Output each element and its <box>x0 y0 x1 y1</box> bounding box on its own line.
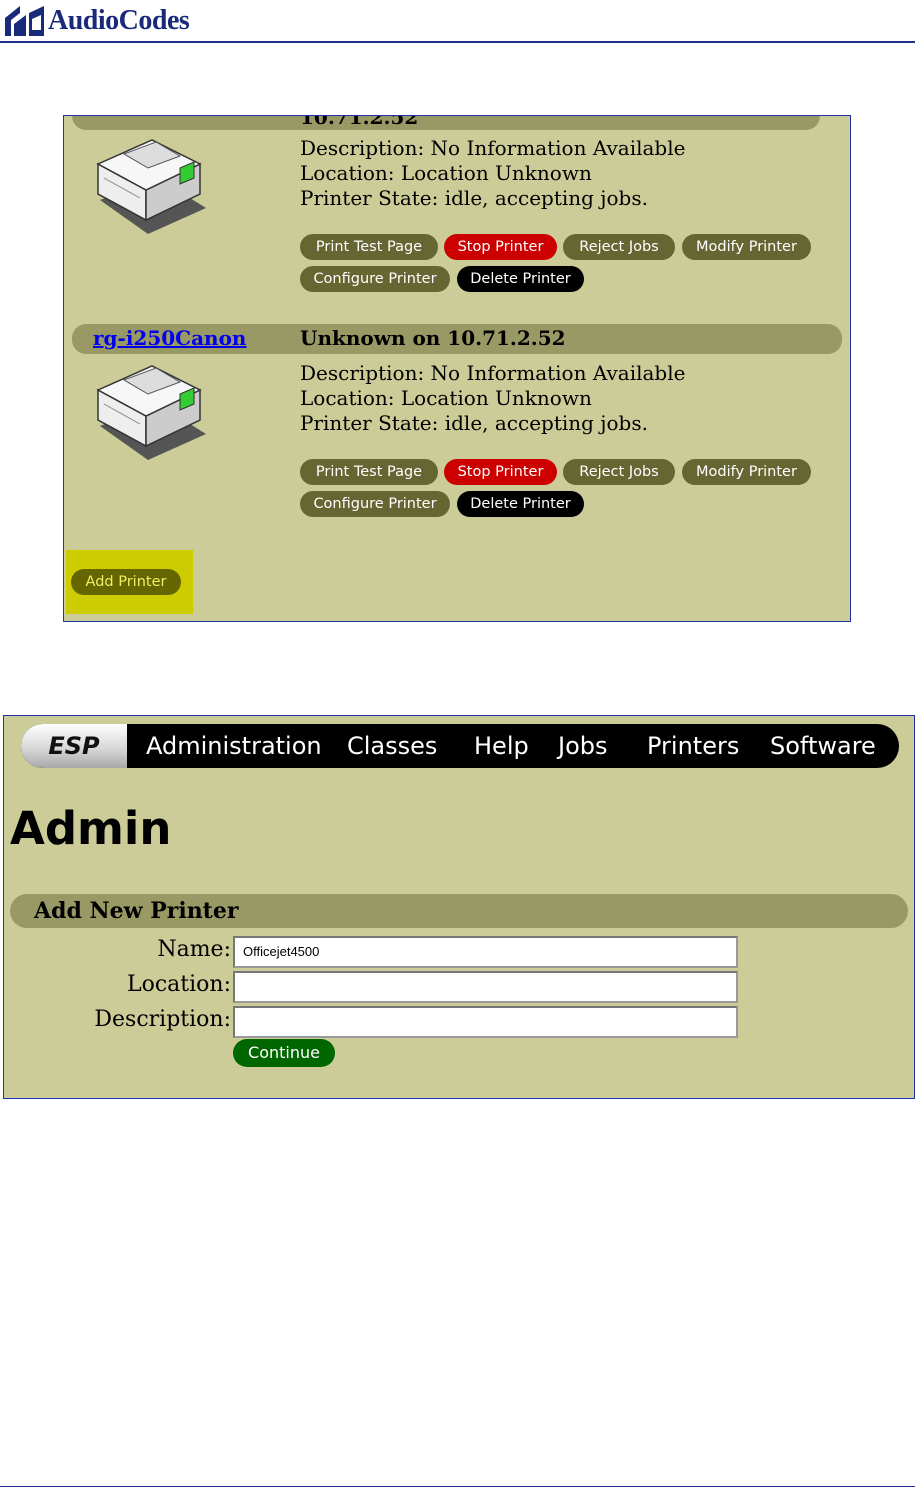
header-rule <box>0 41 915 43</box>
description-label: Description: <box>94 1007 231 1032</box>
footer-rule <box>0 1486 915 1487</box>
section-header-bar: Add New Printer <box>10 894 908 928</box>
printer-description: Description: No Information Available <box>300 136 686 160</box>
location-input[interactable] <box>233 971 738 1003</box>
name-input[interactable]: Officejet4500 <box>233 936 738 968</box>
printer-location: Location: Location Unknown <box>300 386 592 410</box>
printer-location: Location: Location Unknown <box>300 161 592 185</box>
description-input[interactable] <box>233 1006 738 1038</box>
nav-item-software[interactable]: Software <box>770 724 876 768</box>
nav-item-printers[interactable]: Printers <box>647 724 739 768</box>
stop-printer-button[interactable]: Stop Printer <box>444 459 557 485</box>
modify-printer-button[interactable]: Modify Printer <box>682 234 811 260</box>
continue-button[interactable]: Continue <box>233 1039 335 1067</box>
nav-item-help[interactable]: Help <box>474 724 529 768</box>
page-title: Admin <box>10 802 172 855</box>
nav-item-classes[interactable]: Classes <box>347 724 437 768</box>
section-title: Add New Printer <box>34 898 239 924</box>
printer-description: Description: No Information Available <box>300 361 686 385</box>
print-test-page-button[interactable]: Print Test Page <box>300 459 438 485</box>
nav-item-administration[interactable]: Administration <box>146 724 322 768</box>
delete-printer-button[interactable]: Delete Printer <box>457 266 584 292</box>
printer-list-panel: 10.71.2.52 Description: No Information A… <box>63 115 851 622</box>
printer-address: Unknown on 10.71.2.52 <box>300 326 566 350</box>
stop-printer-button[interactable]: Stop Printer <box>444 234 557 260</box>
printer-header-bar <box>72 116 820 130</box>
add-printer-button[interactable]: Add Printer <box>71 569 181 595</box>
printer-name-link[interactable]: rg-i250Canon <box>93 326 246 350</box>
nav-brand-esp[interactable]: ESP <box>21 724 127 768</box>
add-printer-panel: ESP Administration Classes Help Jobs Pri… <box>3 715 915 1099</box>
configure-printer-button[interactable]: Configure Printer <box>300 491 450 517</box>
modify-printer-button[interactable]: Modify Printer <box>682 459 811 485</box>
audiocodes-logo-icon <box>5 6 44 36</box>
printer-state: Printer State: idle, accepting jobs. <box>300 186 648 210</box>
print-test-page-button[interactable]: Print Test Page <box>300 234 438 260</box>
location-label: Location: <box>127 972 231 997</box>
reject-jobs-button[interactable]: Reject Jobs <box>563 459 675 485</box>
nav-item-jobs[interactable]: Jobs <box>558 724 608 768</box>
logo-text: AudioCodes <box>48 5 190 36</box>
reject-jobs-button[interactable]: Reject Jobs <box>563 234 675 260</box>
delete-printer-button[interactable]: Delete Printer <box>457 491 584 517</box>
audiocodes-logo: AudioCodes <box>2 3 190 39</box>
printer-address: 10.71.2.52 <box>300 115 419 129</box>
configure-printer-button[interactable]: Configure Printer <box>300 266 450 292</box>
page-header: AudioCodes <box>0 0 915 44</box>
printer-image-icon <box>96 139 206 234</box>
name-label: Name: <box>157 937 231 962</box>
printer-state: Printer State: idle, accepting jobs. <box>300 411 648 435</box>
printer-image-icon <box>96 365 206 460</box>
top-navigation: ESP Administration Classes Help Jobs Pri… <box>21 724 899 768</box>
